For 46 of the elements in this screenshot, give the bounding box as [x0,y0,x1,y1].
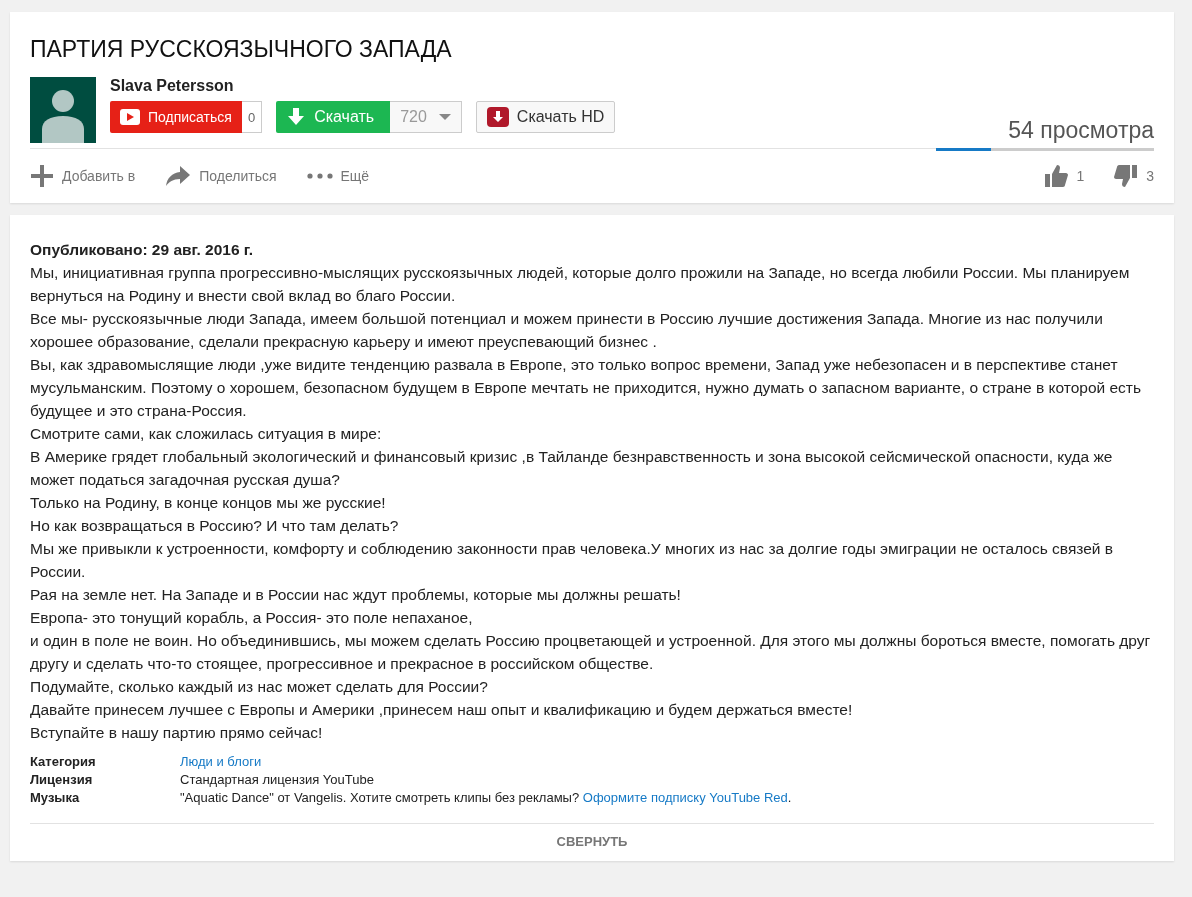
thumbs-up-icon [1044,164,1069,188]
description-paragraph: Вы, как здравомыслящие люди ,уже видите тенденцию развала в Европе, это только вопрос времени, Запад уже небезопасен и в перспективе станет мусульманским. Поэтому о хорошем, безопасном будущем в Европе мечтать не приходится, нужно думать о запасном варианте, о стране в которой есть будущее и это страна-Россия. [30,355,1142,421]
description-paragraph: Мы, инициативная группа прогрессивно-мыслящих русскоязычных людей, которые долго прожили на Западе, но всегда любили России. Мы планируем вернуться на Родину и внести свой вклад во благо России. [30,263,1131,306]
description-paragraph: Смотрите сами, как сложилась ситуация в мире: [30,424,383,444]
dislike-button[interactable]: 3 [1114,164,1154,188]
description-paragraph: В Америке грядет глобальный экологический и финансовый кризис ,в Тайланде безнравственность и зона высокой сейсмической опасности, куда же может податься загадочная русская душа? [30,447,1114,490]
collapse-button[interactable]: СВЕРНУТЬ [30,823,1154,861]
description-paragraph: Вступайте в нашу партию прямо сейчас! [30,723,324,743]
plus-icon [30,164,54,188]
meta-label: Категория [30,754,97,769]
download-hd-button[interactable]: Скачать HD [475,101,616,133]
description-paragraph: Но как возвращаться в Россию? И что там делать? [30,516,400,536]
description-paragraph: Мы же привыкли к устроенности, комфорту и соблюдению законности прав человека.У многих из нас за долгие годы эмиграции не осталось связей в России. [30,539,1115,582]
download-button[interactable]: Скачать [276,101,391,133]
meta-label: Лицензия [30,772,94,787]
description-paragraph: Европа- это тонущий корабль, а Россия- это поле непаханое, [30,608,474,628]
action-button[interactable]: Добавить в [30,164,136,188]
subscribe-button[interactable]: Подписаться [110,101,242,133]
description-paragraph: Только на Родину, в конце концов мы же русские! [30,493,387,513]
caret-icon [438,114,451,120]
download-icon [486,107,509,127]
description-paragraph: Давайте принесем лучшее с Европы и Америки ,принесем наш опыт и квалификацию и будем держаться вместе! [30,700,854,720]
publish-date: Опубликовано: 29 авг. 2016 г. [30,240,255,260]
play-icon [120,109,140,125]
avatar-icon [30,77,96,143]
dots-icon [306,173,333,179]
action-button[interactable]: Ещё [306,164,370,188]
quality-dropdown[interactable]: 720 [390,101,462,133]
description-paragraph: Рая на земле нет. На Западе и в России нас ждут проблемы, которые мы должны решать! [30,585,682,605]
view-count: 54 просмотра [1008,117,1154,144]
thumbs-down-icon [1114,164,1139,188]
meta-value: "Aquatic Dance" от Vangelis. Хотите смотреть клипы без рекламы? Оформите подписку YouTube Red. [180,790,793,805]
description-paragraph: Подумайте, сколько каждый из нас может сделать для России? [30,677,489,697]
like-button[interactable]: 1 [1044,164,1085,188]
download-arrow-icon [288,108,305,126]
meta-label: Музыка [30,790,81,805]
meta-value: Стандартная лицензия YouTube [180,772,375,787]
meta-link[interactable]: Люди и блоги [180,754,262,769]
channel-name[interactable]: Slava Petersson [110,77,922,95]
description-paragraph: и один в поле не воин. Но объединившись, мы можем сделать Россию процветающей и устроенной. Для этого мы должны бороться вместе, помогать друг другу и сделать что-то стоящее, прогрессивное и прекрасное в российском обществе. [30,631,1152,674]
subscriber-count: 0 [241,101,263,133]
description-paragraph: Все мы- русскоязычные люди Запада, имеем большой потенциал и можем принести в Россию лучшие достижения Запада. Многие из нас получили хорошее образование, сделали прекрасную карьеру и имеют преуспевающий бизнес . [30,309,1104,352]
video-title: ПАРТИЯ РУССКОЯЗЫЧНОГО ЗАПАДА [30,36,453,63]
share-arrow-icon [165,165,192,187]
action-button[interactable]: Поделиться [165,164,277,188]
meta-link[interactable]: Оформите подписку YouTube Red [582,790,788,805]
